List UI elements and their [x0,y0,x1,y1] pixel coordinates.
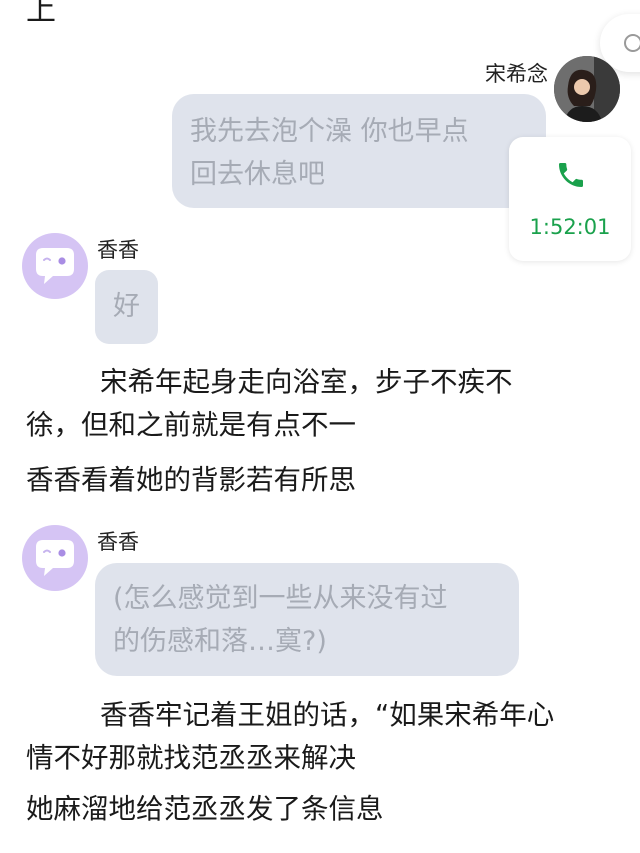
message-line: (怎么感觉到一些从来没有过 [113,583,448,614]
message-bubble[interactable]: (怎么感觉到一些从来没有过 的伤感和落…寞?) [95,563,519,676]
chat-bubble-icon [36,248,74,284]
message-bubble[interactable]: 我先去泡个澡 你也早点 回去休息吧 [172,94,546,208]
top-text-fragment: 上 [26,0,56,28]
narration-line: 她麻溜地给范丞丞发了条信息 [26,793,384,825]
sender-name: 香香 [97,238,139,262]
message-line: 的伤感和落…寞?) [113,626,327,657]
sender-name: 宋希念 [485,62,548,86]
avatar[interactable] [22,233,88,299]
message-line: 回去休息吧 [190,159,325,190]
message-bubble[interactable]: 好 [95,270,158,344]
narration-line: 徐，但和之前就是有点不一 [26,409,356,441]
narration-paragraph: 香香牢记着王姐的话，“如果宋希年心 情不好那就找范丞丞来解决 [26,694,554,780]
narration-line: 宋希年起身走向浴室，步子不疾不 [100,366,513,398]
sender-name: 香香 [97,530,139,554]
chat-bubble-icon [36,540,74,576]
message-line: 我先去泡个澡 你也早点 [190,116,469,147]
narration-paragraph: 宋希年起身走向浴室，步子不疾不 徐，但和之前就是有点不一 [26,361,513,447]
avatar[interactable] [554,56,620,122]
call-duration-card[interactable]: 1:52:01 [509,137,631,261]
phone-icon [559,163,583,187]
narration-line: 情不好那就找范丞丞来解决 [26,742,356,774]
narration-line: 香香看着她的背影若有所思 [26,464,356,496]
circle-icon [624,34,640,52]
call-duration: 1:52:01 [529,215,611,239]
narration-line: 香香牢记着王姐的话，“如果宋希年心 [100,699,555,731]
avatar[interactable] [22,525,88,591]
